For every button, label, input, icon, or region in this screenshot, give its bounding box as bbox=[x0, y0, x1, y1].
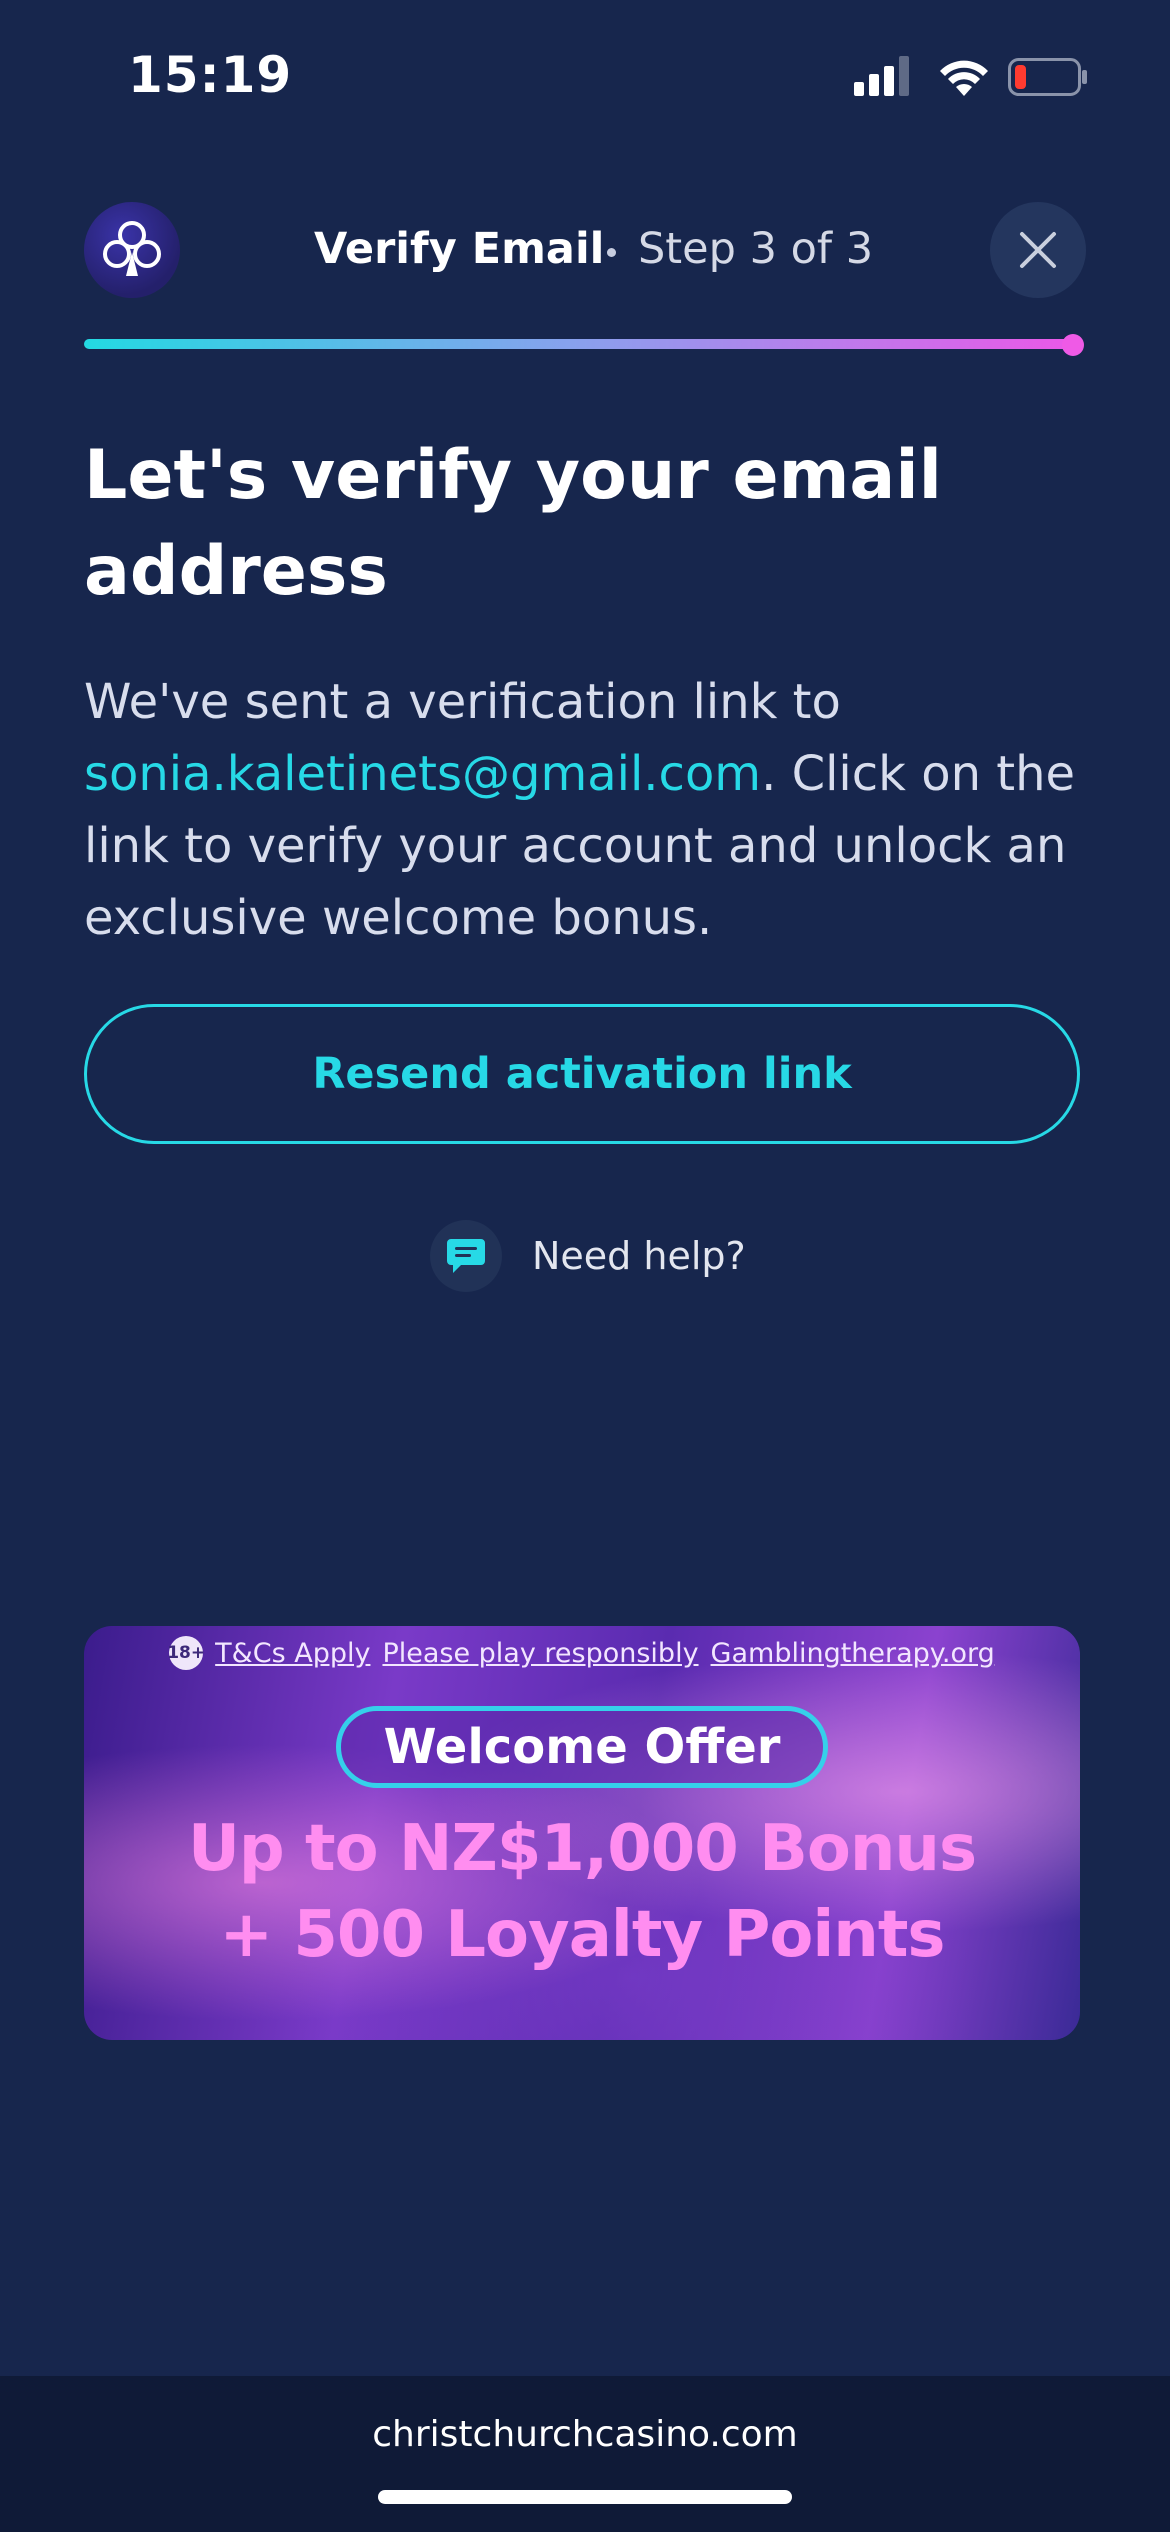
gamblingtherapy-link[interactable]: Gamblingtherapy.org bbox=[711, 1638, 995, 1669]
step-title: Verify Email bbox=[314, 224, 605, 274]
battery-icon bbox=[1008, 58, 1087, 96]
verification-message: We've sent a verification link to sonia.k… bbox=[84, 666, 1094, 954]
resend-activation-button[interactable]: Resend activation link bbox=[84, 1004, 1080, 1144]
wifi-icon bbox=[940, 60, 988, 96]
page-title: Let's verify your email address bbox=[84, 436, 942, 611]
home-indicator[interactable] bbox=[378, 2490, 792, 2504]
status-time: 15:19 bbox=[128, 46, 293, 104]
welcome-offer-pill: Welcome Offer bbox=[336, 1706, 828, 1788]
age-restriction-badge: 18+ bbox=[167, 1636, 205, 1670]
need-help-label: Need help? bbox=[532, 1234, 746, 1278]
status-bar: 15:19 bbox=[0, 0, 1170, 150]
play-responsibly-link[interactable]: Please play responsibly bbox=[382, 1638, 698, 1669]
progress-knob bbox=[1062, 334, 1084, 356]
url-label: christchurchcasino.com bbox=[372, 2414, 798, 2455]
club-icon bbox=[84, 202, 180, 298]
need-help-link[interactable]: Need help? bbox=[430, 1218, 746, 1294]
progress-bar bbox=[84, 339, 1080, 349]
header: Verify Email Step 3 of 3 bbox=[0, 190, 1170, 310]
offer-loyalty-text: + 500 Loyalty Points bbox=[219, 1898, 945, 1972]
cellular-signal-icon bbox=[854, 56, 909, 96]
email-address: sonia.kaletinets@gmail.com bbox=[84, 746, 762, 802]
chat-icon bbox=[430, 1220, 502, 1292]
close-button[interactable] bbox=[990, 202, 1086, 298]
offer-bonus-text: Up to NZ$1,000 Bonus bbox=[187, 1812, 977, 1886]
tcs-link[interactable]: T&Cs Apply bbox=[215, 1638, 370, 1669]
message-prefix: We've sent a verification link to bbox=[84, 674, 841, 730]
browser-address-bar[interactable]: christchurchcasino.com bbox=[0, 2376, 1170, 2532]
banner-disclaimer: 18+ T&Cs Apply Please play responsibly G… bbox=[84, 1636, 1080, 1670]
step-separator bbox=[607, 248, 616, 257]
close-icon bbox=[1020, 232, 1056, 268]
step-count: Step 3 of 3 bbox=[638, 224, 874, 274]
welcome-offer-banner[interactable]: 18+ T&Cs Apply Please play responsibly G… bbox=[84, 1626, 1080, 2040]
